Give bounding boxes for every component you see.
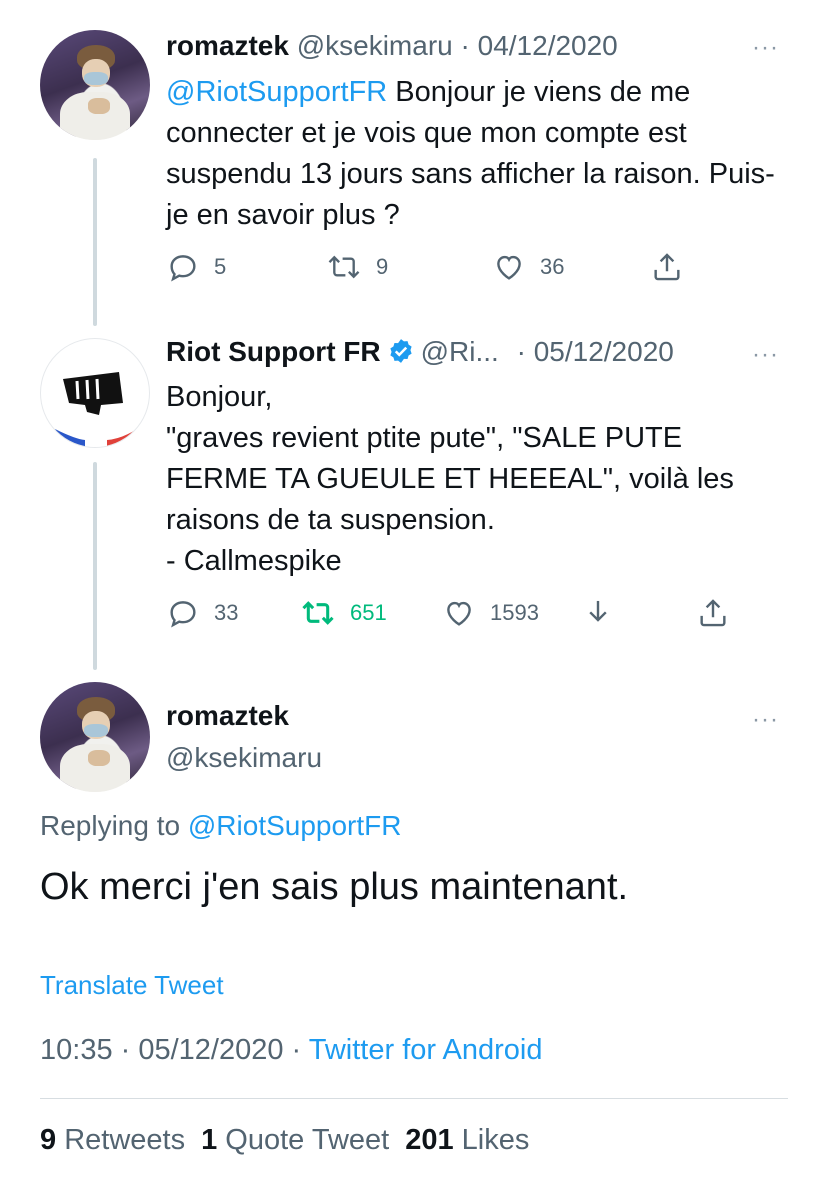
author-name[interactable]: romaztek — [166, 30, 289, 61]
tweet-date[interactable]: · 05/12/2020 — [517, 336, 674, 367]
divider — [40, 1098, 788, 1099]
tweet-line: "graves revient ptite pute", "SALE PUTE — [166, 422, 683, 454]
riot-fist-logo-icon — [51, 372, 141, 447]
verified-badge-icon — [390, 339, 412, 363]
thread-line — [93, 462, 97, 670]
tweet-source-link[interactable]: Twitter for Android — [309, 1034, 543, 1066]
retweets-stat[interactable]: 9 Retweets — [40, 1124, 185, 1156]
thread-line — [93, 158, 97, 326]
more-icon[interactable]: ··· — [752, 341, 779, 369]
retweet-button[interactable]: 9 — [326, 250, 388, 284]
more-icon[interactable]: ··· — [752, 34, 779, 62]
download-icon — [589, 600, 607, 622]
tweet-line: - Callmespike — [166, 545, 342, 577]
share-button[interactable] — [696, 596, 730, 630]
like-count: 1593 — [490, 600, 539, 625]
translate-tweet-link[interactable]: Translate Tweet — [40, 970, 224, 1001]
mention-link[interactable]: @RiotSupportFR — [188, 810, 402, 841]
reply-count: 5 — [214, 254, 227, 279]
tweet-timestamp[interactable]: 10:35 · 05/12/2020 · — [40, 1034, 309, 1066]
author-handle[interactable]: @ksekimaru — [166, 742, 322, 774]
more-icon[interactable]: ··· — [752, 706, 779, 734]
tweet-date[interactable]: · 04/12/2020 — [461, 30, 618, 61]
quotes-stat[interactable]: 1 Quote Tweet — [201, 1124, 389, 1156]
reply-icon — [170, 601, 196, 628]
share-button[interactable] — [650, 250, 684, 284]
tweet-line: FERME TA GUEULE ET HEEEAL", voilà les — [166, 463, 734, 495]
share-icon — [654, 253, 680, 281]
mention-link[interactable]: @RiotSupportFR — [166, 76, 387, 108]
tweet-text: Ok merci j'en sais plus maintenant. — [40, 866, 629, 908]
retweet-button[interactable]: 651 — [300, 596, 387, 630]
author-name[interactable]: romaztek — [166, 700, 289, 732]
retweet-icon — [328, 255, 360, 279]
author-handle[interactable]: @Ri... — [421, 336, 499, 367]
tweet-line: Bonjour, — [166, 381, 273, 413]
retweet-count: 651 — [350, 600, 387, 625]
avatar[interactable] — [40, 682, 150, 792]
replying-prefix: Replying to — [40, 810, 188, 841]
reply-icon — [170, 255, 196, 282]
avatar[interactable] — [40, 30, 150, 140]
like-button[interactable]: 36 — [492, 250, 564, 284]
author-name[interactable]: Riot Support FR — [166, 336, 381, 367]
reply-button[interactable]: 5 — [166, 250, 226, 284]
tweet-text: @RiotSupportFR Bonjour je viens de me co… — [166, 72, 786, 236]
tweet-text: Bonjour, "graves revient ptite pute", "S… — [166, 377, 806, 582]
likes-stat[interactable]: 201 Likes — [405, 1124, 529, 1156]
replying-to: Replying to @RiotSupportFR — [40, 810, 401, 842]
download-button[interactable] — [581, 596, 615, 630]
like-button[interactable]: 1593 — [442, 596, 539, 630]
tweet-line: raisons de ta suspension. — [166, 504, 495, 536]
avatar[interactable] — [40, 338, 150, 448]
like-count: 36 — [540, 254, 565, 279]
like-icon — [447, 601, 471, 626]
reply-button[interactable]: 33 — [166, 596, 238, 630]
author-handle[interactable]: @ksekimaru — [297, 30, 453, 61]
retweet-icon — [302, 601, 334, 625]
tweet-header: Riot Support FR @Ri... · 05/12/2020 — [166, 336, 674, 368]
tweet-meta: 10:35 · 05/12/2020 · Twitter for Android — [40, 1034, 542, 1067]
like-icon — [497, 255, 521, 280]
tweet-header: romaztek @ksekimaru · 04/12/2020 — [166, 30, 618, 62]
share-icon — [700, 599, 726, 627]
reply-count: 33 — [214, 600, 239, 625]
retweet-count: 9 — [376, 254, 389, 279]
tweet-stats: 9 Retweets 1 Quote Tweet 201 Likes — [40, 1124, 529, 1157]
